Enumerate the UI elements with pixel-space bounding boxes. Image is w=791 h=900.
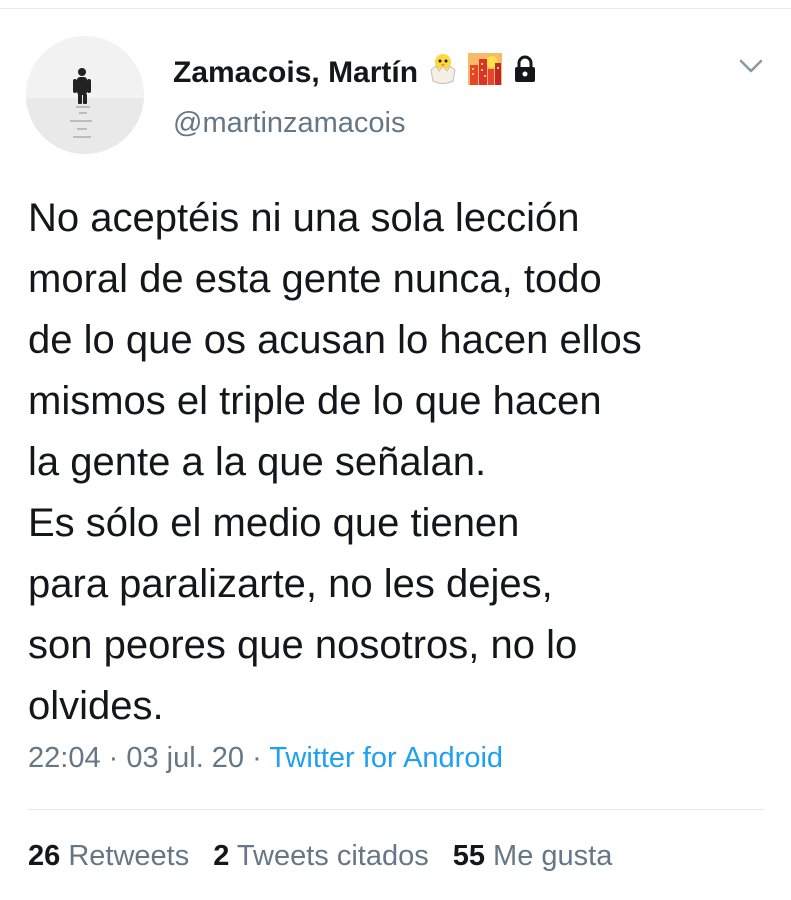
likes-count: 55 — [452, 840, 485, 872]
likes-stat[interactable]: 55 Me gusta — [453, 840, 613, 872]
retweets-count: 26 — [28, 840, 61, 872]
display-name-text: Zamacois, Martín — [173, 56, 419, 89]
avatar-image — [26, 36, 144, 154]
tweet-meta: 22:04 · 03 jul. 20 · Twitter for Android — [28, 742, 503, 775]
meta-separator: · — [100, 742, 127, 774]
likes-label: Me gusta — [484, 840, 613, 872]
retweets-label: Retweets — [60, 840, 190, 872]
retweets-stat[interactable]: 26 Retweets — [28, 840, 189, 872]
tweet-text: No aceptéis ni una sola lección moral de… — [28, 196, 642, 728]
cityscape-dusk-icon — [468, 53, 503, 93]
tweet-stats: 26 Retweets 2 Tweets citados 55 Me gusta — [28, 840, 636, 873]
tweet-date[interactable]: 03 jul. 20 — [126, 742, 244, 774]
stats-divider — [28, 809, 764, 810]
hatching-chick-icon — [428, 52, 458, 94]
meta-separator: · — [244, 742, 270, 774]
top-divider — [0, 0, 791, 9]
quotes-count: 2 — [213, 840, 230, 872]
lock-icon — [512, 55, 538, 91]
tweet-time[interactable]: 22:04 — [28, 742, 101, 774]
display-name[interactable]: Zamacois, Martín — [173, 52, 538, 94]
avatar[interactable] — [26, 36, 144, 154]
quotes-stat[interactable]: 2 Tweets citados — [213, 840, 429, 872]
tweet-source-link[interactable]: Twitter for Android — [269, 742, 503, 774]
chevron-down-icon[interactable] — [738, 55, 764, 77]
quotes-label: Tweets citados — [229, 840, 429, 872]
user-handle[interactable]: @martinzamacois — [173, 107, 406, 140]
